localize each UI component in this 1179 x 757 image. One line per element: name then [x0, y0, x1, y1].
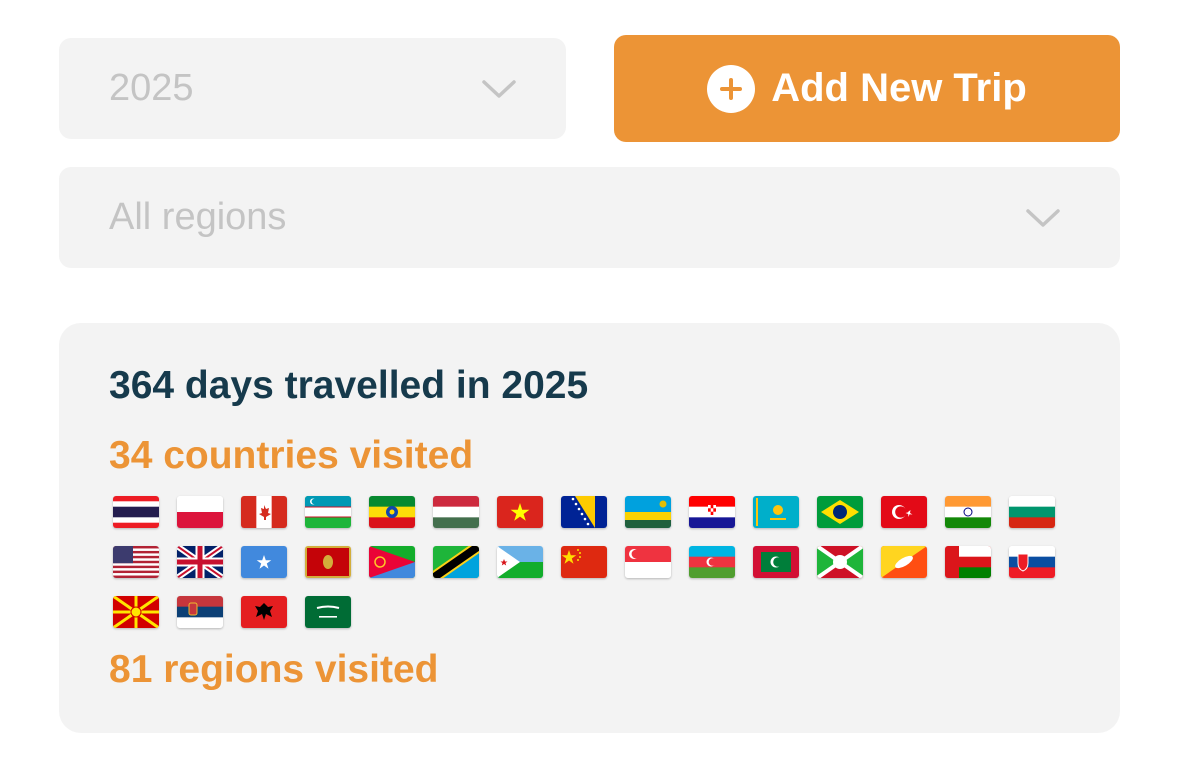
- hungary-flag-icon: [433, 496, 479, 528]
- oman-flag-icon: [945, 546, 991, 578]
- united-kingdom-flag-icon: [177, 546, 223, 578]
- djibouti-flag-icon: [497, 546, 543, 578]
- slovakia-flag-icon: [1009, 546, 1055, 578]
- ethiopia-flag-icon: [369, 496, 415, 528]
- year-select[interactable]: 2025: [59, 38, 566, 139]
- canada-flag-icon: [241, 496, 287, 528]
- serbia-flag-icon: [177, 596, 223, 628]
- bulgaria-flag-icon: [1009, 496, 1055, 528]
- burundi-flag-icon: [817, 546, 863, 578]
- regions-visited-text: 81 regions visited: [109, 648, 439, 691]
- brazil-flag-icon: [817, 496, 863, 528]
- poland-flag-icon: [177, 496, 223, 528]
- add-new-trip-label: Add New Trip: [771, 66, 1027, 110]
- maldives-flag-icon: [753, 546, 799, 578]
- china-flag-icon: [561, 546, 607, 578]
- days-travelled-text: 364 days travelled in 2025: [109, 364, 589, 407]
- turkey-flag-icon: [881, 496, 927, 528]
- united-states-flag-icon: [113, 546, 159, 578]
- vietnam-flag-icon: [497, 496, 543, 528]
- chevron-down-icon: [482, 79, 516, 98]
- bosnia-and-herzegovina-flag-icon: [561, 496, 607, 528]
- saudi-arabia-flag-icon: [305, 596, 351, 628]
- add-new-trip-button[interactable]: Add New Trip: [614, 35, 1120, 142]
- bhutan-flag-icon: [881, 546, 927, 578]
- tanzania-flag-icon: [433, 546, 479, 578]
- chevron-down-icon: [1026, 208, 1060, 227]
- uzbekistan-flag-icon: [305, 496, 351, 528]
- region-select[interactable]: All regions: [59, 167, 1120, 268]
- plus-circle-icon: [707, 64, 756, 113]
- thailand-flag-icon: [113, 496, 159, 528]
- travel-summary-card: 364 days travelled in 2025 34 countries …: [59, 323, 1120, 733]
- region-select-value: All regions: [109, 196, 287, 238]
- countries-visited-text: 34 countries visited: [109, 434, 474, 477]
- country-flags-list: [109, 487, 1079, 637]
- croatia-flag-icon: [689, 496, 735, 528]
- montenegro-flag-icon: [305, 546, 351, 578]
- albania-flag-icon: [241, 596, 287, 628]
- rwanda-flag-icon: [625, 496, 671, 528]
- azerbaijan-flag-icon: [689, 546, 735, 578]
- india-flag-icon: [945, 496, 991, 528]
- somalia-flag-icon: [241, 546, 287, 578]
- north-macedonia-flag-icon: [113, 596, 159, 628]
- kazakhstan-flag-icon: [753, 496, 799, 528]
- singapore-flag-icon: [625, 546, 671, 578]
- eritrea-flag-icon: [369, 546, 415, 578]
- year-select-value: 2025: [109, 67, 194, 109]
